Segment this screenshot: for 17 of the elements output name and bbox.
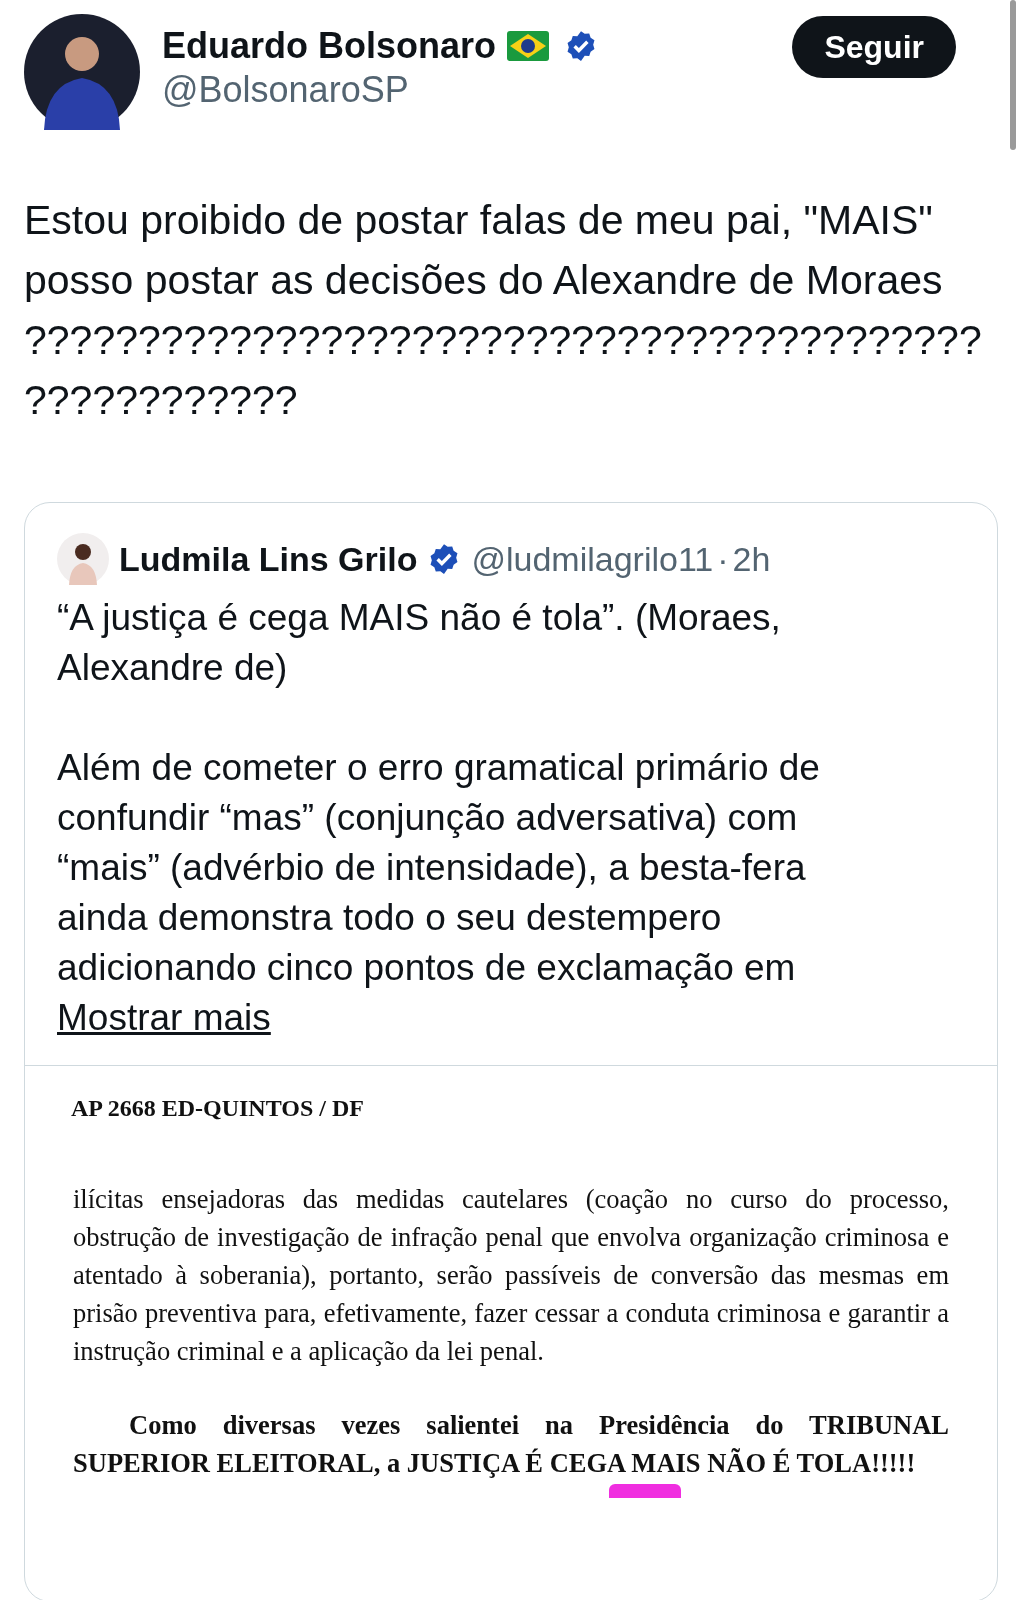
- quote-author-name[interactable]: Ludmila Lins Grilo: [119, 533, 418, 585]
- show-more-link[interactable]: Mostrar mais: [57, 997, 271, 1038]
- follow-button[interactable]: Seguir: [792, 16, 956, 78]
- quote-paragraph: “A justiça é cega MAIS não é tola”. (Moraes, Alexandre de): [57, 596, 782, 690]
- quote-author-handle[interactable]: @ludmilagrilo11: [471, 533, 714, 585]
- author-handle[interactable]: @BolsonaroSP: [162, 68, 599, 112]
- separator: ·: [717, 538, 729, 580]
- document-paragraph: ilícitas ensejadoras das medidas cautelares (coação no curso do processo, obstrução de investigação de infração penal que envolva organização criminosa e atentado à soberania), portanto, serão passíveis de conversão das mesmas em prisão preventiva para, efetivamente, fazer cessar a conduta criminosa e garantir a instrução criminal e a aplicação da lei penal.: [73, 1183, 949, 1368]
- highlight-mark: [609, 1484, 681, 1498]
- tweet-text: Estou proibido de postar falas de meu pai, "MAIS" posso postar as decisões do Alexandre de Moraes ??????????????????????????????????????????????????????: [23, 196, 983, 425]
- flag-icon: [506, 31, 551, 61]
- author-name[interactable]: Eduardo Bolsonaro: [162, 24, 497, 68]
- timestamp: 2h: [732, 538, 771, 580]
- document-paragraph: Como diversas vezes salientei na Presidência do TRIBUNAL SUPERIOR ELEITORAL, a JUSTIÇA É CEGA MAIS NÃO É TOLA!!!!!: [73, 1409, 949, 1480]
- quote-paragraph: Além de cometer o erro gramatical primário de confundir “mas” (conjunção adversativa) com “mais” (advérbio de intensidade), a besta-fera ainda demonstra todo o seu destempero adicionando cinco pontos de exclamação em Mostrar mais: [57, 746, 821, 1040]
- document-header: AP 2668 ED-QUINTOS / DF: [71, 1094, 365, 1123]
- scrollbar[interactable]: [1010, 0, 1016, 150]
